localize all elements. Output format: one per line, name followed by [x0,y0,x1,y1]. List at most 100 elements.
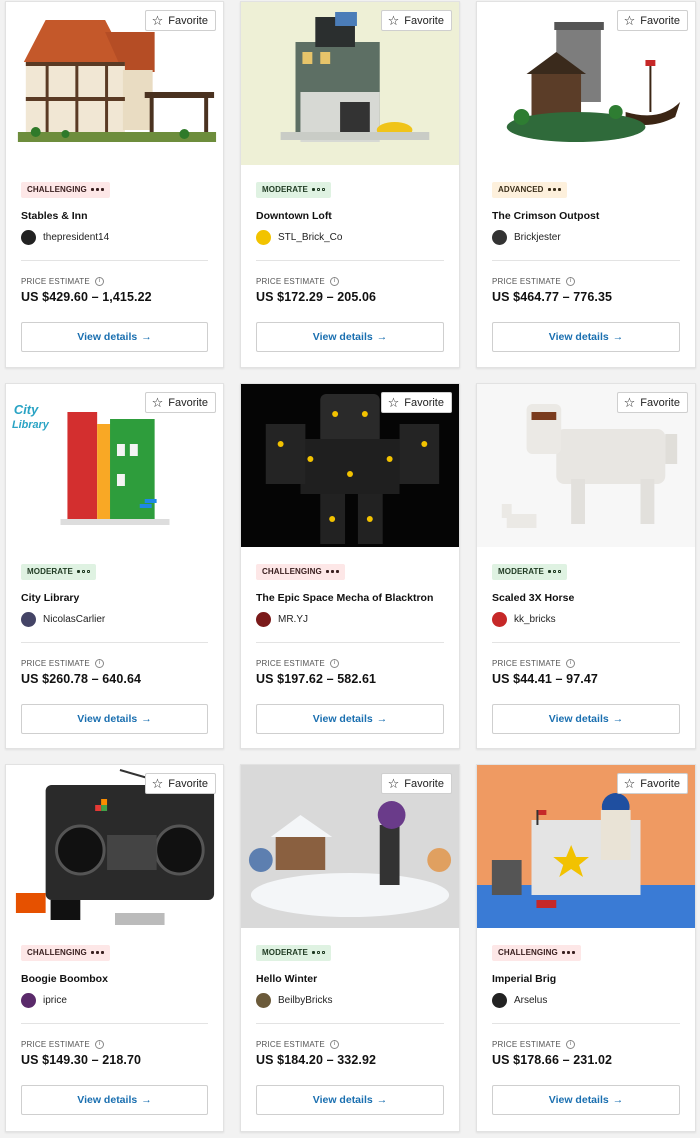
divider [492,1022,680,1024]
product-image[interactable]: ☆ Favorite [6,765,223,928]
difficulty-dot [335,569,340,574]
info-icon[interactable]: i [565,658,575,668]
product-image[interactable]: ☆ Favorite [241,765,459,928]
difficulty-dot [571,950,576,955]
price-estimate-label: PRICE ESTIMATE i [256,1039,444,1049]
author-name[interactable]: Brickjester [514,232,561,243]
favorite-label: Favorite [404,14,444,27]
view-details-button[interactable]: View details → [256,321,444,352]
info-icon[interactable]: i [329,1039,339,1049]
difficulty-dot [566,950,571,955]
info-icon[interactable]: i [94,276,104,286]
arrow-right-icon: → [612,1093,624,1106]
svg-text:City: City [14,402,39,417]
product-image[interactable]: ☆ Favorite [6,2,223,165]
author-name[interactable]: BeilbyBricks [278,995,332,1006]
product-card[interactable]: ☆ Favorite CHALLENGING Stables & Inn the… [5,1,224,368]
product-image[interactable]: ☆ Favorite [241,2,459,165]
product-title[interactable]: City Library [21,592,208,604]
author[interactable]: kk_bricks [492,611,680,627]
view-details-button[interactable]: View details → [256,703,444,734]
favorite-button[interactable]: ☆ Favorite [380,392,452,413]
product-title[interactable]: Downtown Loft [256,210,444,222]
star-icon: ☆ [623,395,636,410]
author-name[interactable]: iprice [43,995,67,1006]
price-estimate-label: PRICE ESTIMATE i [256,658,444,668]
product-card[interactable]: ☆ Favorite ADVANCED The Crimson Outpost … [476,1,696,368]
difficulty-dot [95,950,100,955]
difficulty-dot [100,187,105,192]
favorite-button[interactable]: ☆ Favorite [144,773,216,794]
avatar [256,611,271,627]
price-range: US $178.66 – 231.02 [492,1052,613,1067]
difficulty-dot [330,569,335,574]
view-details-button[interactable]: View details → [21,1084,208,1115]
view-details-button[interactable]: View details → [21,703,208,734]
product-card[interactable]: ☆ Favorite MODERATE Hello Winter BeilbyB… [240,764,460,1132]
view-details-label: View details [548,1093,609,1106]
author[interactable]: Brickjester [492,229,680,245]
product-card[interactable]: ☆ Favorite CHALLENGING Boogie Boombox ip… [5,764,224,1132]
info-icon[interactable]: i [329,276,339,286]
product-title[interactable]: Imperial Brig [492,973,680,985]
price-range: US $464.77 – 776.35 [492,289,613,304]
difficulty-dot [76,569,81,574]
info-icon[interactable]: i [94,1039,104,1049]
product-card[interactable]: City Library ☆ Favorite MODERATE City Li… [5,383,224,749]
favorite-button[interactable]: ☆ Favorite [144,10,216,31]
favorite-label: Favorite [404,396,444,409]
author-name[interactable]: MR.YJ [278,614,308,625]
price-estimate-text: PRICE ESTIMATE [256,1039,325,1049]
author[interactable]: MR.YJ [256,611,444,627]
view-details-button[interactable]: View details → [492,1084,680,1115]
favorite-button[interactable]: ☆ Favorite [616,773,688,794]
favorite-button[interactable]: ☆ Favorite [380,773,452,794]
price-estimate-label: PRICE ESTIMATE i [492,276,680,286]
favorite-button[interactable]: ☆ Favorite [616,392,688,413]
info-icon[interactable]: i [329,658,339,668]
product-image[interactable]: ☆ Favorite [477,2,695,165]
author-name[interactable]: NicolasCarlier [43,614,105,625]
difficulty-dot [90,950,95,955]
author-name[interactable]: STL_Brick_Co [278,232,342,243]
info-icon[interactable]: i [565,276,575,286]
author[interactable]: BeilbyBricks [256,992,444,1008]
product-card[interactable]: ☆ Favorite MODERATE Downtown Loft STL_Br… [240,1,460,368]
favorite-button[interactable]: ☆ Favorite [380,10,452,31]
info-icon[interactable]: i [94,658,104,668]
view-details-button[interactable]: View details → [256,1084,444,1115]
arrow-right-icon: → [141,1093,152,1106]
author-name[interactable]: kk_bricks [514,614,556,625]
favorite-button[interactable]: ☆ Favorite [616,10,688,31]
product-title[interactable]: The Epic Space Mecha of Blacktron [256,592,444,604]
view-details-button[interactable]: View details → [492,321,680,352]
author[interactable]: NicolasCarlier [21,611,208,627]
info-icon[interactable]: i [565,1039,575,1049]
product-title[interactable]: Hello Winter [256,973,444,985]
divider [256,1022,444,1024]
author[interactable]: thepresident14 [21,229,208,245]
difficulty-dot [311,950,316,955]
product-card[interactable]: ☆ Favorite CHALLENGING Imperial Brig Ars… [476,764,696,1132]
product-title[interactable]: Stables & Inn [21,210,208,222]
favorite-button[interactable]: ☆ Favorite [144,392,216,413]
star-icon: ☆ [387,776,400,791]
svg-text:Library: Library [12,419,50,431]
author-name[interactable]: thepresident14 [43,232,109,243]
product-image[interactable]: ☆ Favorite [477,765,695,928]
view-details-button[interactable]: View details → [21,321,208,352]
author[interactable]: iprice [21,992,208,1008]
price-range: US $149.30 – 218.70 [21,1052,142,1067]
product-title[interactable]: The Crimson Outpost [492,210,680,222]
product-image[interactable]: ☆ Favorite [241,384,459,547]
product-title[interactable]: Boogie Boombox [21,973,208,985]
product-image[interactable]: City Library ☆ Favorite [6,384,223,547]
product-title[interactable]: Scaled 3X Horse [492,592,680,604]
product-card[interactable]: ☆ Favorite MODERATE Scaled 3X Horse kk_b… [476,383,696,749]
product-image[interactable]: ☆ Favorite [477,384,695,547]
author[interactable]: Arselus [492,992,680,1008]
author-name[interactable]: Arselus [514,995,547,1006]
author[interactable]: STL_Brick_Co [256,229,444,245]
view-details-button[interactable]: View details → [492,703,680,734]
product-card[interactable]: ☆ Favorite CHALLENGING The Epic Space Me… [240,383,460,749]
